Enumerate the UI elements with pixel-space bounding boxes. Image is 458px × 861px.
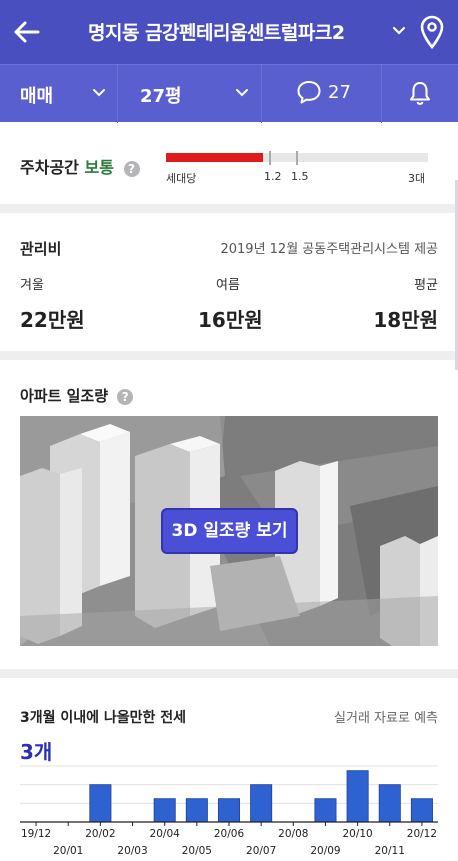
jeonse-count: 3개: [20, 740, 53, 764]
parking-unit-label: 세대당: [166, 172, 197, 185]
fee-summer-label: 여름: [216, 278, 240, 293]
help-icon[interactable]: ?: [123, 160, 140, 177]
view-3d-sunlight-button[interactable]: 3D 일조량 보기: [161, 508, 298, 554]
fee-summer-value: 16만원: [198, 308, 263, 332]
section-divider: [0, 204, 458, 213]
size-select[interactable]: 27평: [118, 65, 262, 123]
parking-tick-label: 3대: [408, 172, 426, 185]
x-tick-label: 20/12: [407, 828, 437, 840]
section-divider: [0, 351, 458, 360]
help-icon[interactable]: ?: [117, 388, 134, 405]
sunlight-title: 아파트 일조량 ?: [20, 385, 134, 406]
fee-winter-label: 겨울: [20, 278, 44, 293]
x-tick-label: 20/09: [310, 845, 340, 857]
chart-bar: [378, 784, 401, 823]
fee-average-value: 18만원: [373, 308, 438, 332]
jeonse-bar-chart: 19/1220/0120/0220/0320/0420/0520/0620/07…: [20, 765, 438, 857]
jeonse-title: 3개월 이내에 나올만한 전세: [20, 710, 187, 726]
sunlight-title-text: 아파트 일조량: [20, 387, 109, 405]
x-tick-label: 20/07: [246, 845, 276, 857]
bell-icon: [410, 82, 430, 105]
x-tick-label: 20/01: [53, 845, 83, 857]
fee-title: 관리비: [20, 240, 62, 258]
app-header: 명지동 금강펜테리움센트럴파크2: [0, 0, 458, 64]
x-tick-label: 20/05: [182, 845, 212, 857]
parking-label: 주차공간 보통 ?: [20, 154, 140, 178]
back-arrow-icon[interactable]: [10, 12, 44, 52]
comment-count: 27: [328, 82, 351, 103]
parking-tick-label: 1.2: [264, 170, 282, 183]
fee-winter-value: 22만원: [20, 308, 85, 332]
comments-button[interactable]: 27: [262, 65, 382, 123]
jeonse-source: 실거래 자료로 예측: [334, 711, 438, 726]
chart-bar: [410, 798, 433, 823]
notification-button[interactable]: [382, 65, 458, 123]
parking-bar-fill: [166, 153, 263, 162]
parking-title: 주차공간: [20, 158, 79, 177]
x-tick-label: 19/12: [21, 828, 51, 840]
parking-tick: [269, 151, 271, 165]
chart-bar: [346, 770, 369, 823]
chat-bubble-icon: [297, 81, 321, 104]
parking-status: 보통: [84, 158, 114, 177]
chart-bar: [153, 798, 176, 823]
x-tick-label: 20/11: [375, 845, 405, 857]
chart-bar: [185, 798, 208, 823]
parking-tick: [296, 151, 298, 165]
x-tick-label: 20/03: [117, 845, 147, 857]
chart-bar: [89, 784, 112, 823]
size-label: 27평: [140, 86, 182, 107]
fee-average-label: 평균: [414, 278, 438, 293]
x-tick-label: 20/04: [150, 828, 181, 840]
x-tick-label: 20/02: [85, 828, 115, 840]
x-tick-label: 20/10: [342, 828, 372, 840]
chevron-down-icon: [93, 89, 105, 97]
deal-type-select[interactable]: 매매: [0, 65, 118, 123]
parking-tick-label: 1.5: [291, 170, 309, 183]
chevron-down-icon[interactable]: [390, 20, 408, 40]
x-tick-label: 20/06: [214, 828, 245, 840]
map-pin-icon[interactable]: [418, 14, 446, 50]
x-tick-label: 20/08: [278, 828, 308, 840]
page-title[interactable]: 명지동 금강펜테리움센트럴파크2: [88, 18, 345, 45]
chart-bar: [217, 798, 241, 823]
chart-bar: [250, 784, 273, 823]
section-divider: [0, 669, 458, 678]
chevron-down-icon: [236, 89, 248, 97]
deal-type-label: 매매: [20, 86, 54, 107]
fee-source: 2019년 12월 공동주택관리시스템 제공: [220, 242, 438, 257]
chart-bar: [314, 798, 337, 823]
filter-bar: 매매 27평 27: [0, 64, 458, 123]
